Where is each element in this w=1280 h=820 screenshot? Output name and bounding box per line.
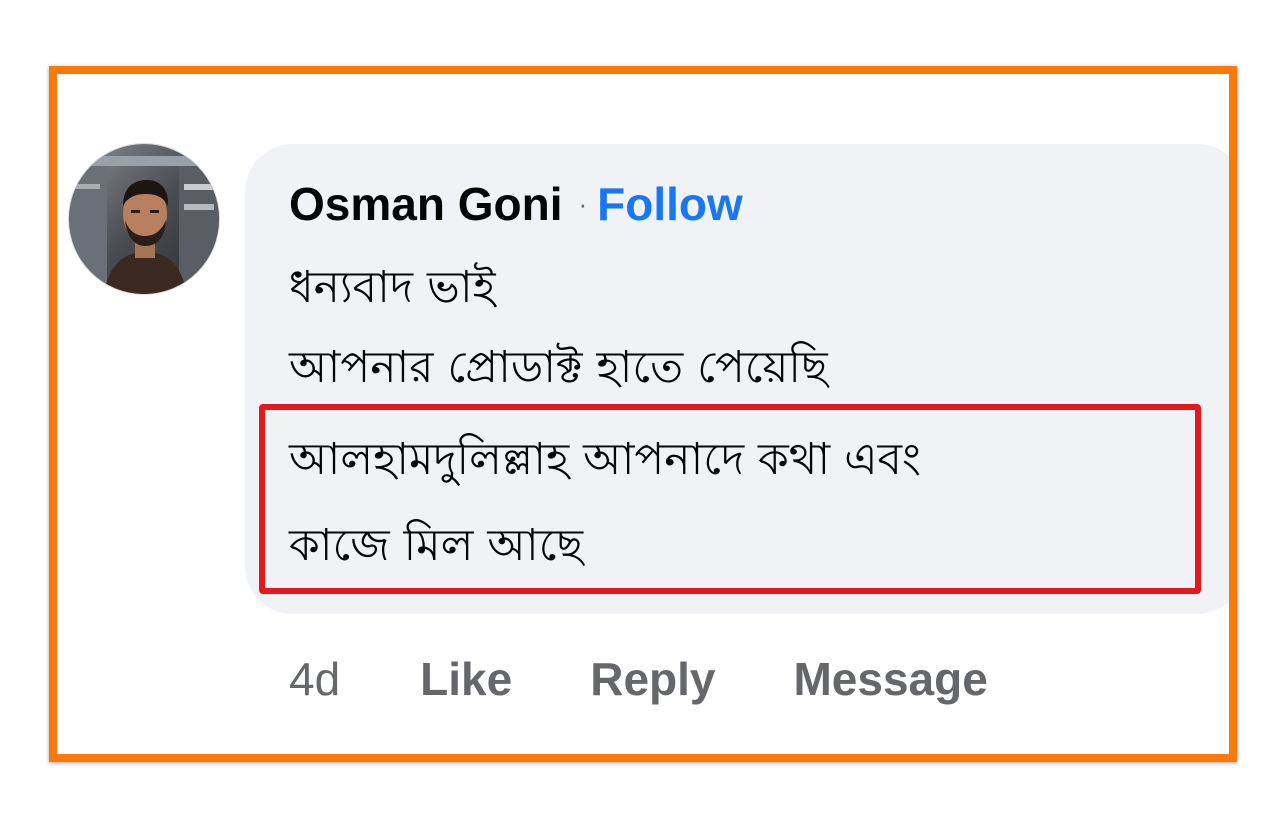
screenshot-page: Osman Goni · Follow ধন্যবাদ ভাই আপনার প্… [0, 0, 1280, 820]
comment-actions: 4d Like Reply Message [289, 644, 1066, 714]
avatar[interactable] [69, 144, 219, 294]
comment-text-line: কাজে মিল আছে [289, 520, 584, 571]
avatar-photo [69, 144, 219, 294]
follow-button[interactable]: Follow [597, 177, 743, 231]
comment-timestamp[interactable]: 4d [289, 652, 340, 706]
author-name[interactable]: Osman Goni [289, 177, 562, 231]
comment-text-line: আপনার প্রোডাক্ট হাতে পেয়েছি [289, 342, 828, 393]
comment-bubble: Osman Goni · Follow ধন্যবাদ ভাই আপনার প্… [245, 144, 1229, 614]
comment-header: Osman Goni · Follow [289, 174, 743, 234]
comment-text-line: ধন্যবাদ ভাই [289, 262, 496, 313]
reply-button[interactable]: Reply [590, 652, 715, 706]
like-button[interactable]: Like [420, 652, 512, 706]
comment-text-line: আলহামদুলিল্লাহ আপনাদে কথা এবং [289, 434, 921, 485]
separator-dot: · [578, 188, 588, 219]
message-button[interactable]: Message [793, 652, 987, 706]
orange-highlight-frame: Osman Goni · Follow ধন্যবাদ ভাই আপনার প্… [49, 66, 1237, 762]
